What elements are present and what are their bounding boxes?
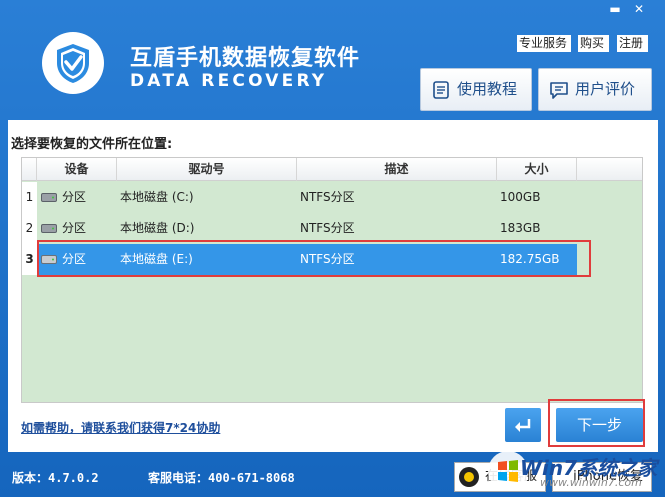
hard-drive-icon <box>41 193 57 202</box>
minimize-button[interactable]: ▬ <box>606 2 624 16</box>
return-arrow-icon <box>515 419 531 432</box>
buy-link[interactable]: 购买 <box>578 35 609 52</box>
app-title: 互盾手机数据恢复软件 <box>130 46 361 71</box>
table-row[interactable]: 1 分区 本地磁盘 (C:) NTFS分区 100GB <box>22 182 642 213</box>
device-cell: 分区 <box>62 190 87 204</box>
close-button[interactable]: ✕ <box>630 2 648 16</box>
support-phone-text: 客服电话：400-671-8068 <box>148 471 295 485</box>
column-header-size[interactable]: 大小 <box>497 158 577 181</box>
qq-icon <box>459 467 479 487</box>
selection-highlight-box <box>37 240 591 277</box>
row-number: 1 <box>22 182 37 213</box>
hard-drive-icon <box>41 224 57 233</box>
watermark-url: www.winwin7.com <box>540 476 642 489</box>
version-text: 版本：4.7.0.2 <box>12 471 99 485</box>
review-button[interactable]: 用户评价 <box>538 68 652 111</box>
document-icon <box>433 81 449 99</box>
shield-check-icon <box>57 44 89 83</box>
column-header-drive[interactable]: 驱动号 <box>117 158 297 181</box>
review-label: 用户评价 <box>575 80 636 98</box>
app-subtitle: DATA RECOVERY <box>130 71 328 91</box>
column-header-description[interactable]: 描述 <box>297 158 497 181</box>
drive-table: 设备 驱动号 描述 大小 1 分区 本地磁盘 (C:) NTFS分区 100GB… <box>21 157 643 403</box>
select-location-prompt: 选择要恢复的文件所在位置: <box>11 137 173 152</box>
pro-service-link[interactable]: 专业服务 <box>517 35 571 52</box>
column-header-device[interactable]: 设备 <box>37 158 117 181</box>
tutorial-label: 使用教程 <box>457 80 518 98</box>
row-number: 2 <box>22 213 37 244</box>
back-button[interactable] <box>505 408 541 442</box>
help-link[interactable]: 如需帮助，请联系我们获得7*24协助 <box>21 419 220 436</box>
app-logo <box>42 32 104 94</box>
size-cell: 100GB <box>500 190 541 204</box>
drive-cell: 本地磁盘 (C:) <box>120 190 194 204</box>
tutorial-button[interactable]: 使用教程 <box>420 68 532 111</box>
comment-icon <box>550 82 568 99</box>
description-cell: NTFS分区 <box>300 190 355 204</box>
next-highlight-box <box>548 399 645 447</box>
register-link[interactable]: 注册 <box>617 35 648 52</box>
row-number: 3 <box>22 244 37 275</box>
app-window: ▬ ✕ 互盾手机数据恢复软件 DATA RECOVERY 专业服务 购买 注册 … <box>0 0 665 497</box>
row-number-header <box>22 158 37 181</box>
table-header: 设备 驱动号 描述 大小 <box>22 158 642 181</box>
